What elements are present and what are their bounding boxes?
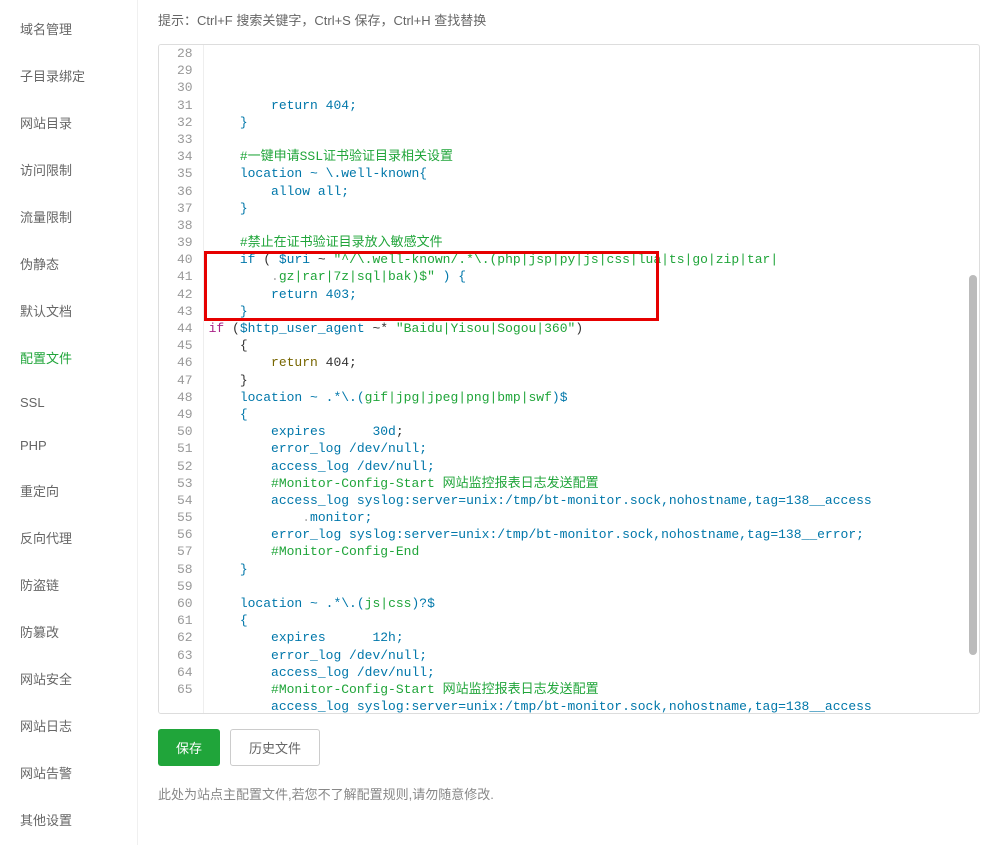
code-line[interactable]: error_log syslog:server=unix:/tmp/bt-mon… (209, 526, 979, 543)
main-content: 提示：Ctrl+F 搜索关键字，Ctrl+S 保存，Ctrl+H 查找替换 28… (138, 0, 1000, 845)
sidebar-item[interactable]: SSL (0, 381, 137, 424)
code-line[interactable]: } (209, 372, 979, 389)
code-line[interactable]: expires 12h; (209, 629, 979, 646)
code-line[interactable]: location ~ .*\.(js|css)?$ (209, 595, 979, 612)
code-line[interactable]: location ~ \.well-known{ (209, 165, 979, 182)
sidebar-item[interactable]: 网站告警 (0, 749, 137, 796)
code-line[interactable]: #Monitor-Config-Start 网站监控报表日志发送配置 (209, 475, 979, 492)
code-line[interactable] (209, 131, 979, 148)
code-area[interactable]: return 404; } #一键申请SSL证书验证目录相关设置 locatio… (204, 45, 979, 713)
sidebar-item[interactable]: 访问限制 (0, 146, 137, 193)
hint-text: 提示：Ctrl+F 搜索关键字，Ctrl+S 保存，Ctrl+H 查找替换 (158, 10, 980, 29)
code-line[interactable]: access_log /dev/null; (209, 458, 979, 475)
sidebar-item[interactable]: 子目录绑定 (0, 52, 137, 99)
sidebar-item[interactable]: 配置文件 (0, 334, 137, 381)
button-bar: 保存 历史文件 (158, 729, 980, 766)
line-gutter: 2829303132333435363738394041424344454647… (159, 45, 204, 713)
sidebar-item[interactable]: 默认文档 (0, 287, 137, 334)
code-line[interactable]: } (209, 303, 979, 320)
sidebar-item[interactable]: 网站目录 (0, 99, 137, 146)
sidebar-item[interactable]: 防盗链 (0, 561, 137, 608)
scrollbar[interactable] (969, 275, 977, 655)
code-line[interactable]: if ( $uri ~ "^/\.well-known/.*\.(php|jsp… (209, 251, 979, 268)
code-line[interactable]: #禁止在证书验证目录放入敏感文件 (209, 234, 979, 251)
code-line[interactable]: #Monitor-Config-Start 网站监控报表日志发送配置 (209, 681, 979, 698)
code-line[interactable] (209, 578, 979, 595)
sidebar: 域名管理子目录绑定网站目录访问限制流量限制伪静态默认文档配置文件SSLPHP重定… (0, 0, 138, 845)
save-button[interactable]: 保存 (158, 729, 220, 766)
sidebar-item[interactable]: 反向代理 (0, 514, 137, 561)
sidebar-item[interactable]: 流量限制 (0, 193, 137, 240)
code-line[interactable]: return 404; (209, 97, 979, 114)
code-line[interactable]: access_log /dev/null; (209, 664, 979, 681)
code-line[interactable]: .monitor; (209, 509, 979, 526)
code-line[interactable]: #一键申请SSL证书验证目录相关设置 (209, 148, 979, 165)
footer-note: 此处为站点主配置文件,若您不了解配置规则,请勿随意修改. (158, 784, 980, 803)
sidebar-item[interactable]: 伪静态 (0, 240, 137, 287)
code-line[interactable]: { (209, 337, 979, 354)
code-line[interactable]: #Monitor-Config-End (209, 543, 979, 560)
code-line[interactable] (209, 217, 979, 234)
sidebar-item[interactable]: 其他设置 (0, 796, 137, 843)
code-line[interactable]: expires 30d; (209, 423, 979, 440)
code-line[interactable]: location ~ .*\.(gif|jpg|jpeg|png|bmp|swf… (209, 389, 979, 406)
sidebar-item[interactable]: PHP (0, 424, 137, 467)
code-line[interactable]: if ($http_user_agent ~* "Baidu|Yisou|Sog… (209, 320, 979, 337)
code-line[interactable]: return 404; (209, 354, 979, 371)
history-button[interactable]: 历史文件 (230, 729, 320, 766)
sidebar-item[interactable]: 网站安全 (0, 655, 137, 702)
code-line[interactable]: error_log /dev/null; (209, 647, 979, 664)
code-line[interactable]: { (209, 406, 979, 423)
code-line[interactable]: } (209, 200, 979, 217)
code-line[interactable]: } (209, 561, 979, 578)
sidebar-item[interactable]: 重定向 (0, 467, 137, 514)
code-editor[interactable]: 2829303132333435363738394041424344454647… (158, 44, 980, 714)
code-line[interactable]: allow all; (209, 183, 979, 200)
code-line[interactable]: access_log syslog:server=unix:/tmp/bt-mo… (209, 698, 979, 713)
sidebar-item[interactable]: 防篡改 (0, 608, 137, 655)
sidebar-item[interactable]: 域名管理 (0, 5, 137, 52)
code-line[interactable]: access_log syslog:server=unix:/tmp/bt-mo… (209, 492, 979, 509)
code-line[interactable]: { (209, 612, 979, 629)
code-line[interactable]: error_log /dev/null; (209, 440, 979, 457)
sidebar-item[interactable]: 网站日志 (0, 702, 137, 749)
code-line[interactable]: return 403; (209, 286, 979, 303)
code-line[interactable]: } (209, 114, 979, 131)
code-line[interactable]: .gz|rar|7z|sql|bak)$" ) { (209, 268, 979, 285)
